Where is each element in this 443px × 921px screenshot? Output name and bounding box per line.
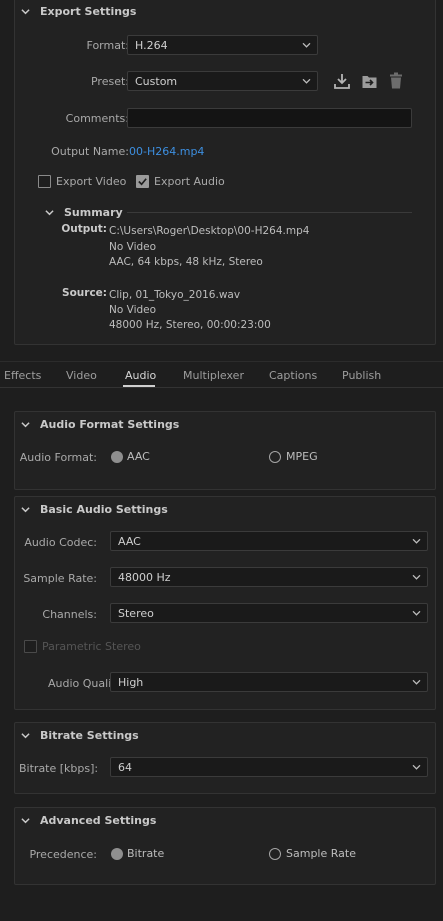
summary-source-line-3: 48000 Hz, Stereo, 00:00:23:00: [109, 319, 271, 331]
bitrate-settings-panel: Bitrate Settings Bitrate [kbps]: 64: [14, 722, 436, 794]
chevron-down-icon: [21, 817, 30, 823]
save-preset-icon[interactable]: [333, 72, 351, 90]
chevron-down-icon: [412, 679, 421, 685]
advanced-settings-panel: Advanced Settings Precedence: Bitrate Sa…: [14, 807, 436, 885]
format-value: H.264: [135, 38, 168, 52]
audio-quality-select[interactable]: High: [110, 672, 428, 692]
output-name-label: Output Name:: [51, 145, 129, 158]
checkmark-icon: [138, 178, 147, 186]
summary-source-line-2: No Video: [109, 304, 157, 316]
chevron-down-icon: [21, 8, 30, 14]
preset-select[interactable]: Custom: [127, 71, 318, 91]
summary-output-line-1: C:\Users\Roger\Desktop\00-H264.mp4: [109, 225, 310, 237]
delete-preset-icon[interactable]: [387, 71, 405, 90]
export-audio-checkbox[interactable]: [136, 175, 149, 188]
aac-label: AAC: [127, 450, 150, 463]
comments-label: Comments:: [65, 112, 129, 125]
precedence-sample-rate-label: Sample Rate: [286, 847, 356, 860]
comments-field[interactable]: [127, 108, 412, 128]
mpeg-radio[interactable]: [269, 451, 281, 463]
mpeg-label: MPEG: [286, 450, 318, 463]
export-video-label: Export Video: [56, 175, 127, 188]
bitrate-select[interactable]: 64: [110, 757, 428, 777]
precedence-label: Precedence:: [29, 848, 97, 861]
sample-rate-select[interactable]: 48000 Hz: [110, 567, 428, 587]
preset-label: Preset:: [90, 75, 129, 88]
tab-captions[interactable]: Captions: [269, 369, 317, 382]
sample-rate-value: 48000 Hz: [118, 570, 171, 584]
channels-value: Stereo: [118, 606, 154, 620]
summary-header[interactable]: Summary: [45, 206, 123, 219]
tab-effects[interactable]: Effects: [4, 369, 41, 382]
summary-source-line-1: Clip, 01_Tokyo_2016.wav: [109, 289, 241, 301]
audio-quality-value: High: [118, 675, 144, 689]
audio-format-settings-panel: Audio Format Settings Audio Format: AAC …: [14, 411, 436, 490]
export-audio-label: Export Audio: [154, 175, 225, 188]
audio-codec-label: Audio Codec:: [24, 536, 97, 549]
format-label: Format:: [86, 39, 129, 52]
chevron-down-icon: [302, 78, 311, 84]
tab-video[interactable]: Video: [66, 369, 97, 382]
bitrate-value: 64: [118, 760, 132, 774]
audio-codec-value: AAC: [118, 534, 141, 548]
chevron-down-icon: [21, 506, 30, 512]
chevron-down-icon: [21, 732, 30, 738]
channels-label: Channels:: [42, 608, 97, 621]
export-settings-panel: Export Settings Format: H.264 Preset: Cu…: [14, 0, 436, 345]
precedence-bitrate-radio[interactable]: [111, 848, 123, 860]
bitrate-label: Bitrate [kbps]:: [19, 762, 99, 775]
tab-bar-bottom-divider: [0, 387, 443, 388]
chevron-down-icon: [412, 574, 421, 580]
audio-codec-select[interactable]: AAC: [110, 531, 428, 551]
export-settings-header[interactable]: Export Settings: [21, 3, 136, 19]
tab-bar-top-divider: [0, 361, 443, 362]
precedence-bitrate-label: Bitrate: [127, 847, 165, 860]
bitrate-settings-header[interactable]: Bitrate Settings: [21, 727, 139, 743]
section-title: Bitrate Settings: [40, 728, 139, 742]
format-select[interactable]: H.264: [127, 35, 318, 55]
tab-audio[interactable]: Audio: [125, 369, 156, 382]
summary-output-line-2: No Video: [109, 241, 157, 253]
basic-audio-settings-panel: Basic Audio Settings Audio Codec: AAC Sa…: [14, 496, 436, 710]
chevron-down-icon: [302, 42, 311, 48]
summary-source-key: Source:: [62, 287, 107, 299]
section-title: Export Settings: [40, 4, 137, 18]
summary-output-line-3: AAC, 64 kbps, 48 kHz, Stereo: [109, 256, 263, 268]
output-name-link[interactable]: 00-H264.mp4: [129, 145, 204, 158]
chevron-down-icon: [412, 538, 421, 544]
section-title: Basic Audio Settings: [40, 502, 168, 516]
import-preset-icon[interactable]: [360, 72, 379, 90]
audio-format-label: Audio Format:: [19, 451, 97, 464]
summary-output-key: Output:: [61, 223, 107, 235]
sample-rate-label: Sample Rate:: [23, 572, 97, 585]
advanced-settings-header[interactable]: Advanced Settings: [21, 812, 156, 828]
precedence-sample-rate-radio[interactable]: [269, 848, 281, 860]
section-title: Advanced Settings: [40, 813, 157, 827]
section-title: Audio Format Settings: [40, 417, 180, 431]
parametric-stereo-checkbox[interactable]: [24, 640, 37, 653]
divider: [127, 212, 412, 213]
summary-title: Summary: [64, 206, 123, 219]
channels-select[interactable]: Stereo: [110, 603, 428, 623]
export-video-checkbox[interactable]: [38, 175, 51, 188]
chevron-down-icon: [412, 610, 421, 616]
parametric-stereo-label: Parametric Stereo: [42, 640, 141, 653]
tab-multiplexer[interactable]: Multiplexer: [183, 369, 244, 382]
chevron-down-icon: [21, 421, 30, 427]
preset-value: Custom: [135, 74, 178, 88]
basic-audio-settings-header[interactable]: Basic Audio Settings: [21, 501, 168, 517]
audio-format-settings-header[interactable]: Audio Format Settings: [21, 416, 179, 432]
chevron-down-icon: [412, 764, 421, 770]
chevron-down-icon: [45, 210, 54, 216]
aac-radio[interactable]: [111, 451, 123, 463]
tab-publish[interactable]: Publish: [342, 369, 381, 382]
